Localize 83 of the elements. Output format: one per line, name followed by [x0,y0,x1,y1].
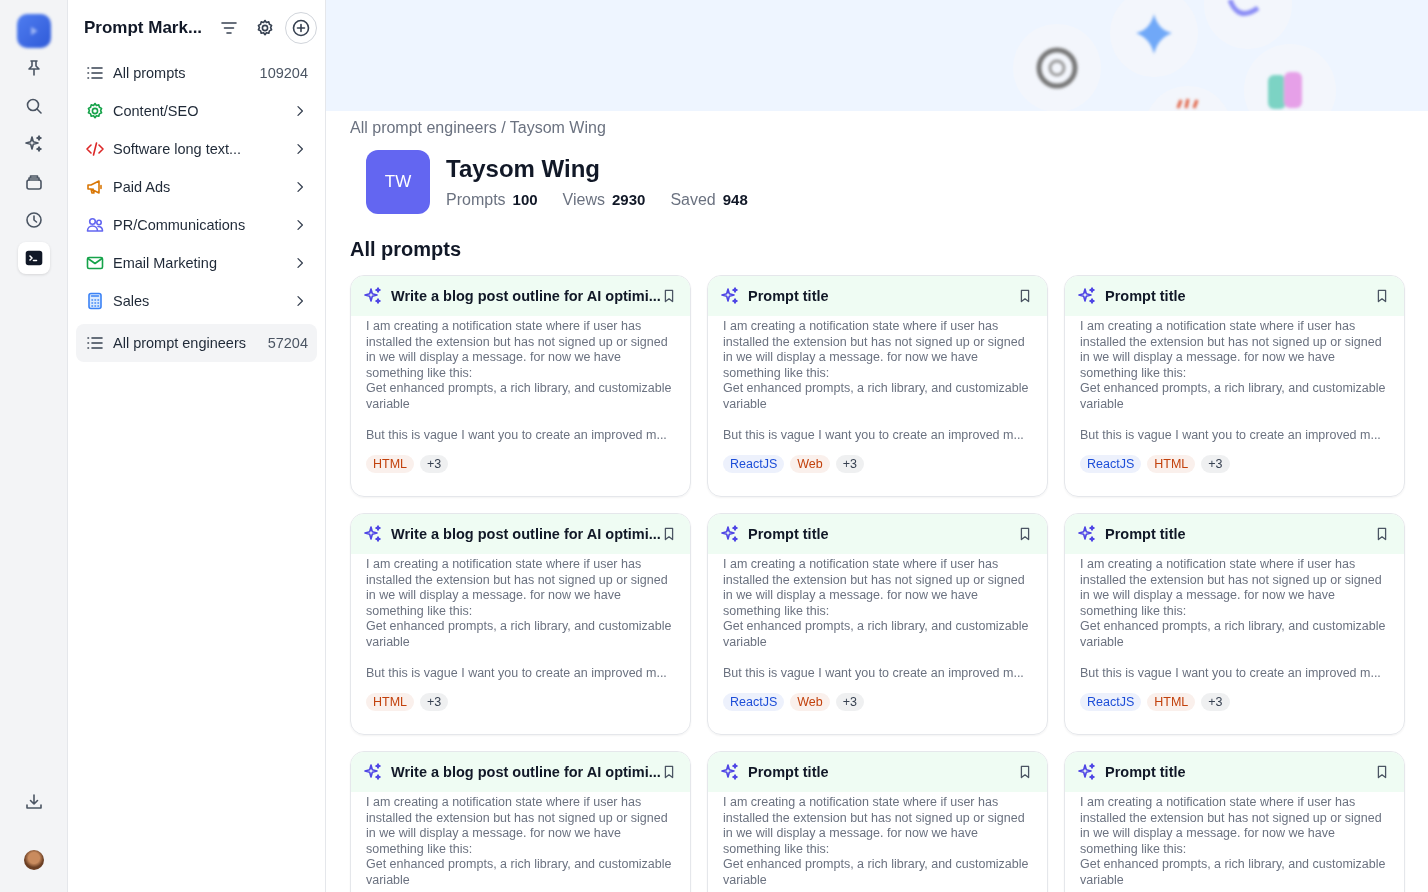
tag: HTML [1147,693,1196,711]
download-icon [23,792,44,812]
prompt-card[interactable] [350,275,691,497]
terminal-icon [23,248,44,268]
profile-name: Taysom Wing [446,155,602,183]
sparkles-icon [363,762,383,782]
prompt-title: Prompt title [748,288,830,304]
sidebar-item[interactable]: Sales [76,282,317,320]
tag: Web [790,693,830,711]
sidebar-item[interactable]: Paid Ads [76,168,317,206]
people-icon [85,215,105,235]
tag: HTML [366,693,415,711]
prompt-text: I am creating a notification state where if user has installed the extension but has not signed up or signed in we will display a message. for now we have something like this: Get enhanced prompts, a rich library, and customizable variable But this is vague I want you to create an improved m... [722,556,1030,681]
prompt-card[interactable] [350,513,691,735]
prompt-text: I am creating a notification state where if user has installed the extension but has not signed up or signed in we will display a message. for now we have something like this: Get enhanced prompts, a rich library, and customizable variable But this is vague I want you to create an improved m... [722,318,1030,443]
app-logo[interactable] [16,14,51,48]
tag: +3 [835,693,864,711]
stack-icon [23,172,44,192]
stat-value: 948 [722,191,748,208]
tag: ReactJS [723,455,785,473]
sparkles-icon [720,524,740,544]
prompt-title: Write a blog post outline for AI optimi... [391,288,661,304]
sparkles-icon [363,524,383,544]
sparkles-icon [720,286,740,306]
app-title: Prompt Mark... [84,18,204,38]
stat-label: Saved [670,191,716,209]
sparkles-icon [720,762,740,782]
sidebar-item[interactable]: Email Marketing [76,244,317,282]
terminal-button[interactable] [17,242,50,274]
prompt-title: Prompt title [748,526,830,542]
settings-icon [255,18,275,38]
sidebar-item[interactable]: Software long text... [76,130,317,168]
prompt-card[interactable] [707,275,1048,497]
tag: +3 [420,693,449,711]
prompt-card[interactable] [1064,513,1405,735]
megaphone-icon [85,177,105,197]
sparkles-icon [1077,286,1097,306]
clock-icon [23,210,44,230]
gear-icon [85,101,105,121]
sparkles-icon [363,286,383,306]
sparkles-icon [23,134,44,154]
prompt-text: I am creating a notification state where if user has installed the extension but has not signed up or signed in we will display a message. for now we have something like this: Get enhanced prompts, a rich library, and customizable variable [722,794,1030,888]
user-avatar[interactable] [23,850,44,870]
tag: HTML [366,455,415,473]
prompt-title: Write a blog post outline for AI optimi... [391,764,661,780]
tag: +3 [835,455,864,473]
calculator-icon [85,291,105,311]
prompt-text: I am creating a notification state where if user has installed the extension but has not signed up or signed in we will display a message. for now we have something like this: Get enhanced prompts, a rich library, and customizable variable But this is vague I want you to create an improved m... [365,556,673,681]
prompt-card[interactable] [1064,275,1405,497]
tag: +3 [1201,455,1230,473]
prompt-title: Prompt title [748,764,830,780]
prompt-text: I am creating a notification state where if user has installed the extension but has not signed up or signed in we will display a message. for now we have something like this: Get enhanced prompts, a rich library, and customizable variable But this is vague I want you to create an improved m... [365,318,673,443]
add-icon [291,18,311,38]
sparkles-icon [1077,762,1097,782]
prompt-card[interactable] [707,513,1048,735]
sidebar-item[interactable]: PR/Communications [76,206,317,244]
stat-value: 2930 [612,191,646,208]
prompt-title: Write a blog post outline for AI optimi... [391,526,661,542]
tag: ReactJS [723,693,785,711]
prompt-text: I am creating a notification state where if user has installed the extension but has not signed up or signed in we will display a message. for now we have something like this: Get enhanced prompts, a rich library, and customizable variable [365,794,673,888]
prompt-title: Prompt title [1105,764,1187,780]
prompt-text: I am creating a notification state where if user has installed the extension but has not signed up or signed in we will display a message. for now we have something like this: Get enhanced prompts, a rich library, and customizable variable But this is vague I want you to create an improved m... [1079,556,1387,681]
code-icon [85,139,105,159]
sidebar-item[interactable]: All prompts 109204 [76,54,317,92]
stat-label: Prompts [446,191,506,209]
profile-avatar: TW [366,150,430,214]
prompt-title: Prompt title [1105,288,1187,304]
tag: ReactJS [1080,455,1142,473]
prompt-text: I am creating a notification state where if user has installed the extension but has not signed up or signed in we will display a message. for now we have something like this: Get enhanced prompts, a rich library, and customizable variable But this is vague I want you to create an improved m... [1079,318,1387,443]
prompt-text: I am creating a notification state where if user has installed the extension but has not signed up or signed in we will display a message. for now we have something like this: Get enhanced prompts, a rich library, and customizable variable [1079,794,1387,888]
tag: +3 [1201,693,1230,711]
tag: +3 [420,455,449,473]
sparkles-icon [1077,524,1097,544]
stat-value: 100 [512,191,538,208]
tag: Web [790,455,830,473]
tag: ReactJS [1080,693,1142,711]
section-title: All prompts [350,238,463,261]
breadcrumb: All prompt engineers / Taysom Wing [350,119,607,137]
sidebar-item[interactable]: All prompt engineers 57204 [76,324,317,362]
tag: HTML [1147,455,1196,473]
sidebar-item[interactable]: Content/SEO [76,92,317,130]
prompt-title: Prompt title [1105,526,1187,542]
stat-label: Views [562,191,605,209]
